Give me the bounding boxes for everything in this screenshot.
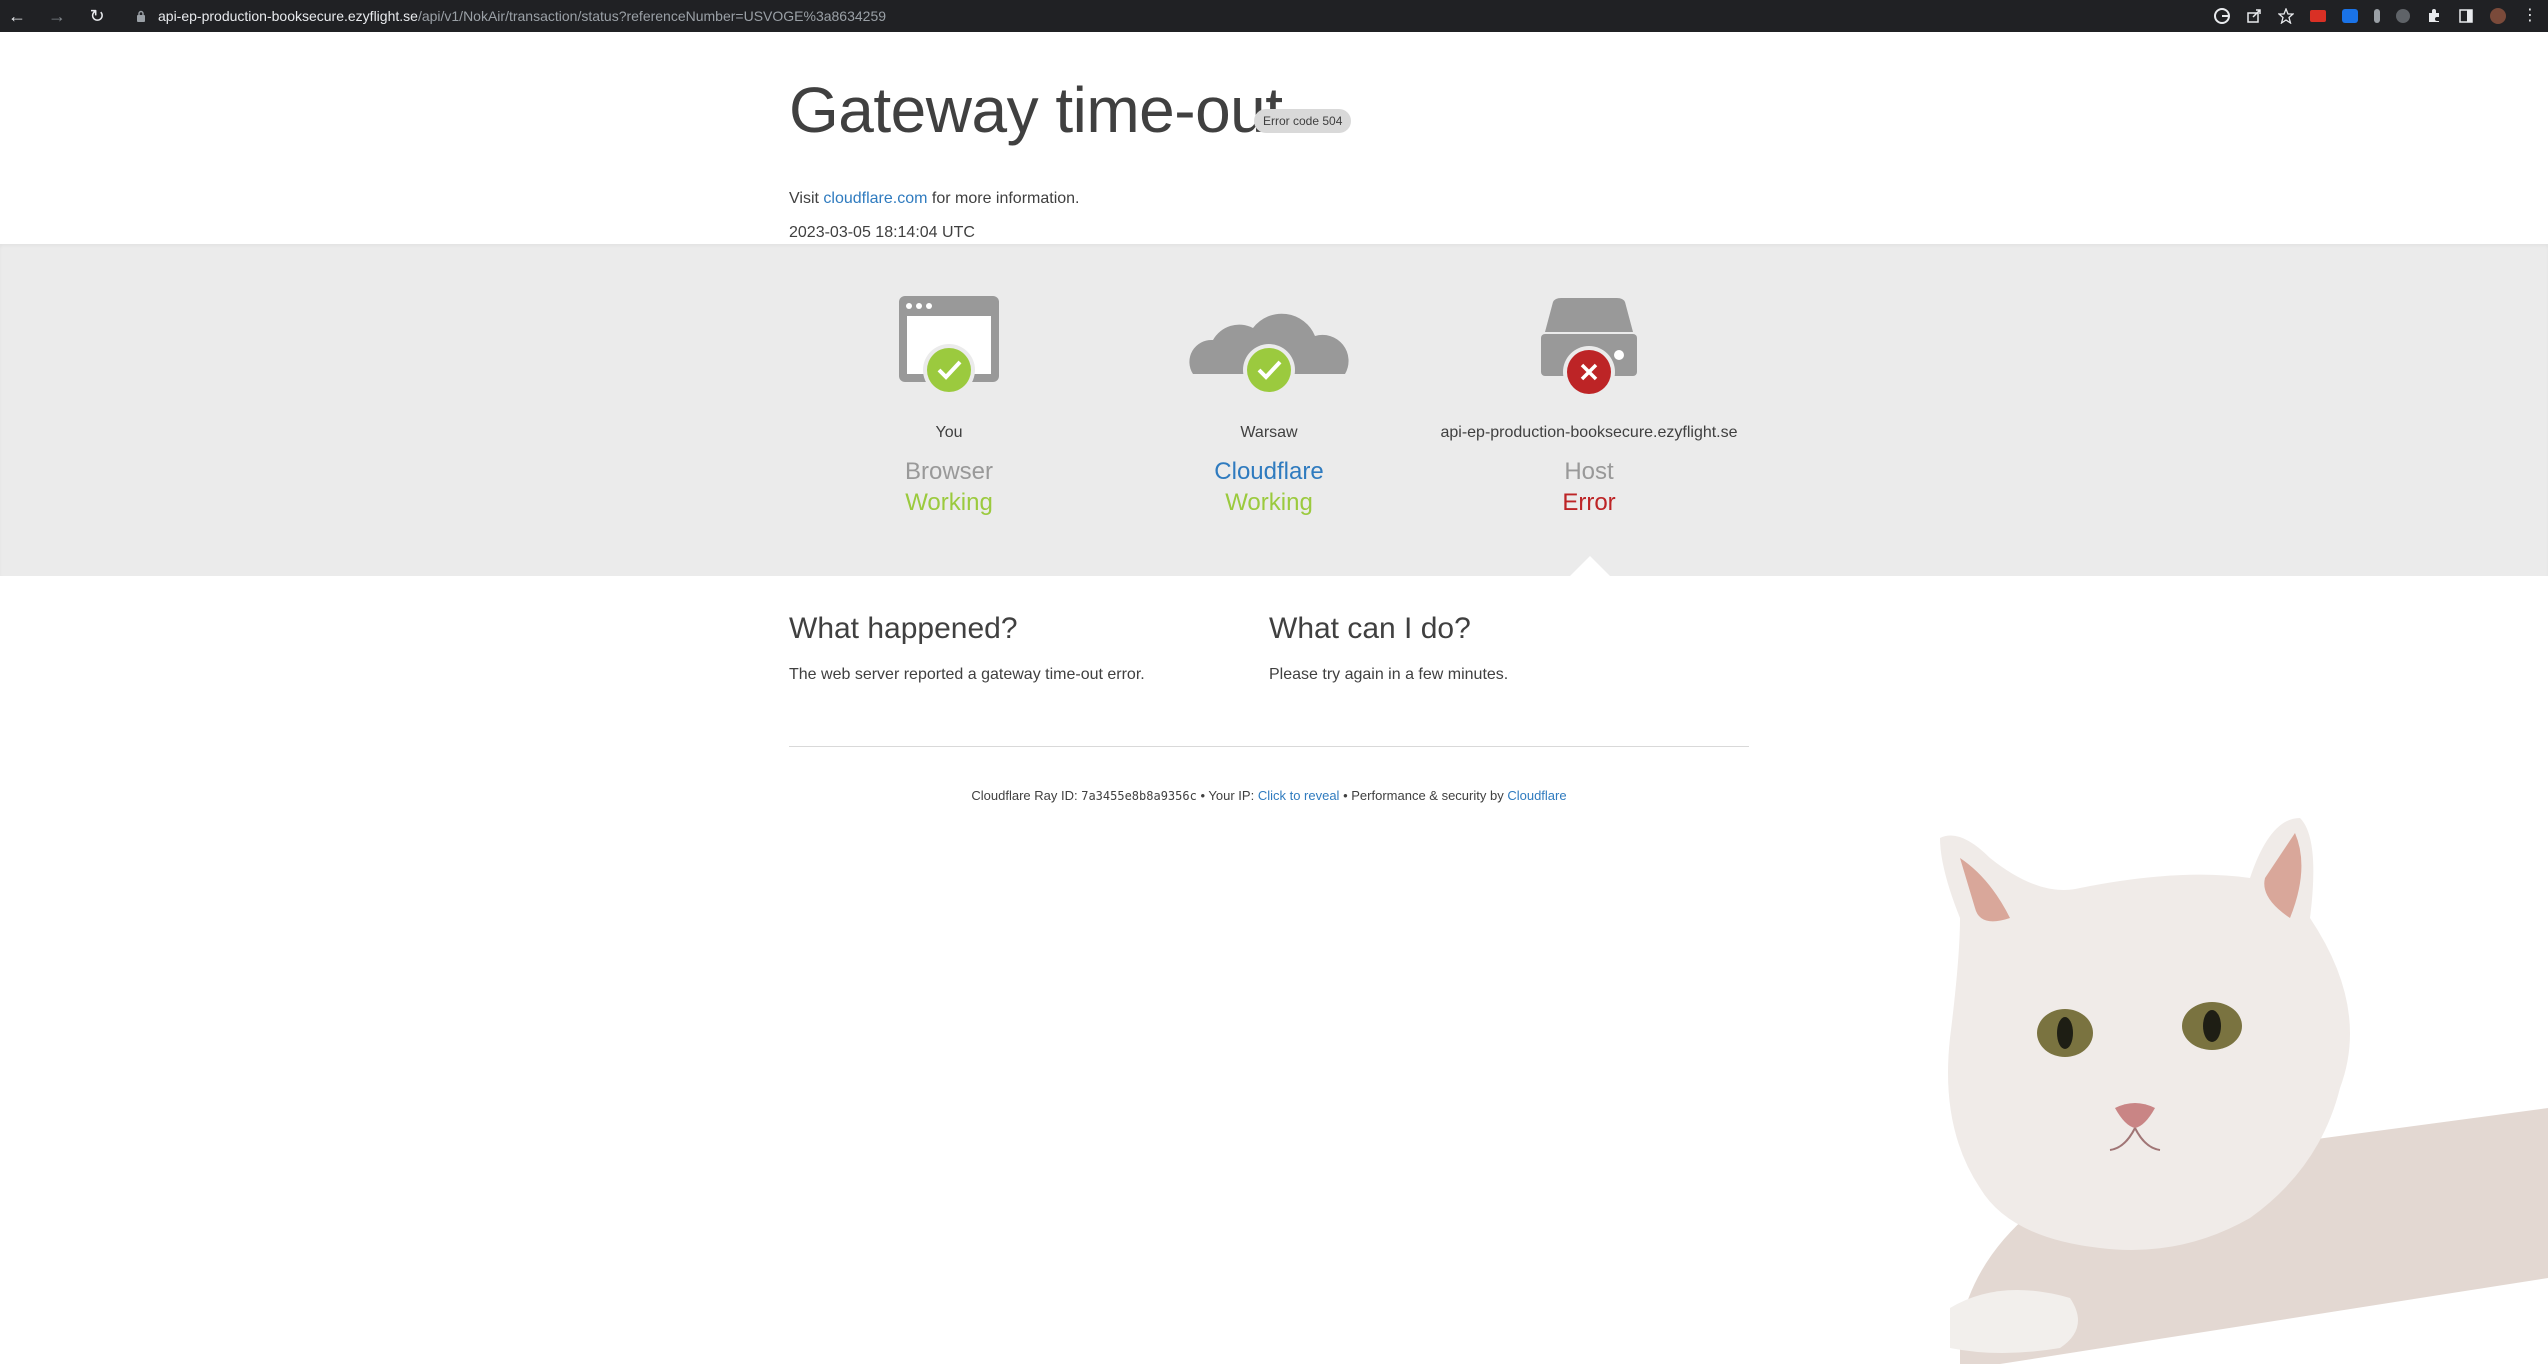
cloudflare-link[interactable]: cloudflare.com [823,190,927,207]
forward-icon[interactable]: → [46,6,68,27]
what-can-i-do-title: What can I do? [1269,612,1471,645]
status-place: api-ep-production-booksecure.ezyflight.s… [1440,424,1738,441]
status-band: You Browser Working Warsaw Cloudflare Wo… [0,244,2548,576]
timestamp: 2023-03-05 18:14:04 UTC [789,224,975,241]
extension-gray-icon[interactable] [2374,9,2380,23]
ip-label: Your IP: [1208,788,1255,803]
footer: Cloudflare Ray ID: 7a3455e8b8a9356c • Yo… [789,788,1749,803]
browser-window-icon [899,296,999,396]
page-title: Gateway time-out [789,74,1283,146]
server-icon [1541,298,1637,398]
status-state: Working [1225,489,1313,516]
error-header: Gateway time-out Error code 504 Visit cl… [0,32,2548,244]
cloudflare-status-link[interactable]: Cloudflare [1109,458,1429,486]
ray-id: 7a3455e8b8a9356c [1081,789,1197,803]
url-path: /api/v1/NokAir/transaction/status?refere… [417,8,887,24]
cat-image [1940,818,2548,1364]
status-role: Browser [904,458,994,485]
back-icon[interactable]: ← [6,6,28,27]
status-place: Warsaw [1240,424,1298,441]
what-can-i-do-text: Please try again in a few minutes. [1269,666,1509,683]
separator: • [1343,788,1348,803]
status-place: You [935,424,963,441]
ray-label: Cloudflare Ray ID: [971,788,1078,803]
separator: • [1200,788,1206,803]
profile-avatar[interactable] [2490,8,2506,24]
url-host: api-ep-production-booksecure.ezyflight.s… [158,8,418,24]
error-pointer [1570,556,1610,576]
what-happened-title: What happened? [789,612,1018,645]
status-state: Error [1562,489,1616,516]
divider [789,746,1749,747]
status-state: Working [905,489,993,516]
extension-blue-icon[interactable] [2342,9,2358,23]
error-code-badge: Error code 504 [1254,109,1352,133]
perf-label: Performance & security by [1351,788,1504,803]
share-icon[interactable] [2246,8,2262,24]
browser-toolbar: ← → ↻ api-ep-production-booksecure.ezyfl… [0,0,2548,32]
browser-nav: ← → ↻ [0,6,108,27]
address-bar[interactable]: api-ep-production-booksecure.ezyflight.s… [136,8,886,24]
reload-icon[interactable]: ↻ [86,6,108,27]
puzzle-icon[interactable] [2426,8,2442,24]
reveal-ip-link[interactable]: Click to reveal [1258,788,1340,803]
extension-circle-icon[interactable] [2396,9,2410,23]
visit-suffix: for more information. [931,190,1080,207]
visit-prefix: Visit [789,190,819,207]
visit-text: Visit cloudflare.com for more informatio… [789,190,1080,208]
lock-icon[interactable] [136,10,146,22]
status-role: Host [1564,458,1614,485]
what-happened-text: The web server reported a gateway time-o… [789,666,1145,683]
side-panel-icon[interactable] [2458,8,2474,24]
extension-red-icon[interactable] [2310,10,2326,22]
menu-icon[interactable]: ⋮ [2522,8,2538,24]
star-icon[interactable] [2278,8,2294,24]
cloud-icon [1189,313,1349,396]
cloudflare-footer-link[interactable]: Cloudflare [1507,788,1566,803]
toolbar-icons: ⋮ [2214,0,2538,32]
google-icon[interactable] [2214,8,2230,24]
